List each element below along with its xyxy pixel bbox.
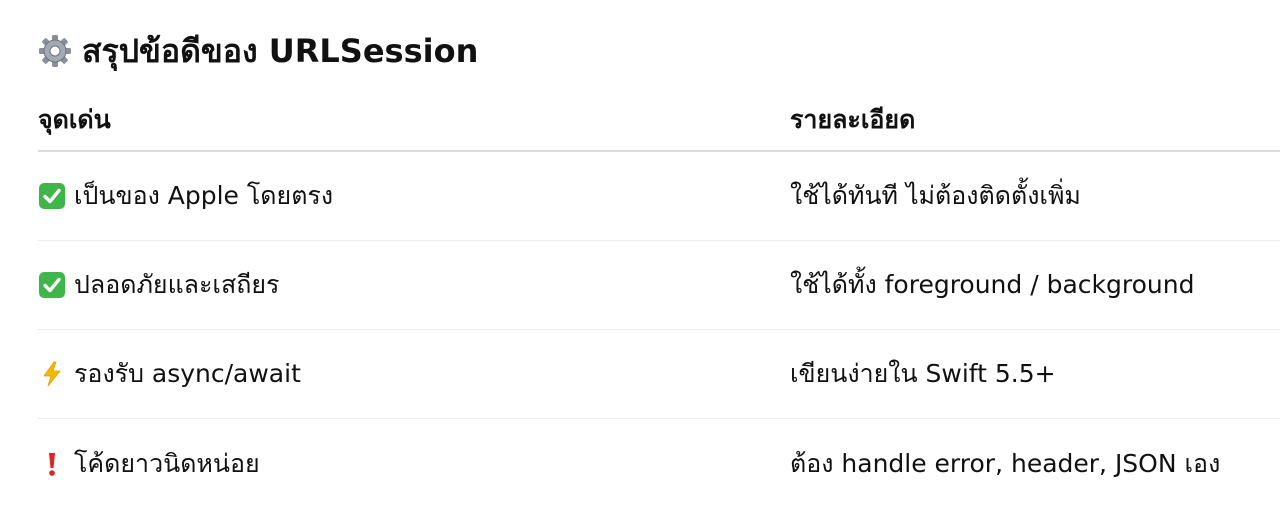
column-header-detail: รายละเอียด (790, 105, 916, 134)
feature-cell: รองรับ async/await (38, 354, 790, 394)
feature-cell: โค้ดยาวนิดหน่อย (38, 444, 790, 484)
feature-text: รองรับ async/await (74, 359, 301, 388)
detail-cell: ใช้ได้ทั้ง foreground / background (790, 270, 1195, 299)
gear-icon (38, 34, 72, 68)
check-mark-icon (38, 271, 66, 299)
table-row: ปลอดภัยและเสถียร ใช้ได้ทั้ง foreground /… (38, 241, 1280, 330)
feature-cell: เป็นของ Apple โดยตรง (38, 176, 790, 216)
column-header-feature: จุดเด่น (38, 105, 111, 134)
table-header-row: จุดเด่น รายละเอียด (38, 90, 1280, 152)
feature-text: โค้ดยาวนิดหน่อย (74, 448, 260, 478)
feature-text: เป็นของ Apple โดยตรง (74, 181, 334, 210)
exclamation-icon (38, 450, 66, 478)
table-row: โค้ดยาวนิดหน่อย ต้อง handle error, heade… (38, 419, 1280, 508)
lightning-icon (38, 360, 66, 388)
detail-cell: เขียนง่ายใน Swift 5.5+ (790, 359, 1056, 388)
page-title: สรุปข้อดีของ URLSession (38, 26, 478, 76)
feature-cell: ปลอดภัยและเสถียร (38, 265, 790, 305)
table-row: รองรับ async/await เขียนง่ายใน Swift 5.5… (38, 330, 1280, 419)
table-row: เป็นของ Apple โดยตรง ใช้ได้ทันที ไม่ต้อง… (38, 152, 1280, 241)
page-title-text: สรุปข้อดีของ URLSession (82, 31, 479, 70)
advantages-table: จุดเด่น รายละเอียด เป็นของ Apple โดยตรง … (38, 90, 1280, 508)
detail-cell: ต้อง handle error, header, JSON เอง (790, 448, 1221, 478)
feature-text: ปลอดภัยและเสถียร (74, 270, 280, 299)
check-mark-icon (38, 182, 66, 210)
detail-cell: ใช้ได้ทันที ไม่ต้องติดตั้งเพิ่ม (790, 181, 1081, 210)
